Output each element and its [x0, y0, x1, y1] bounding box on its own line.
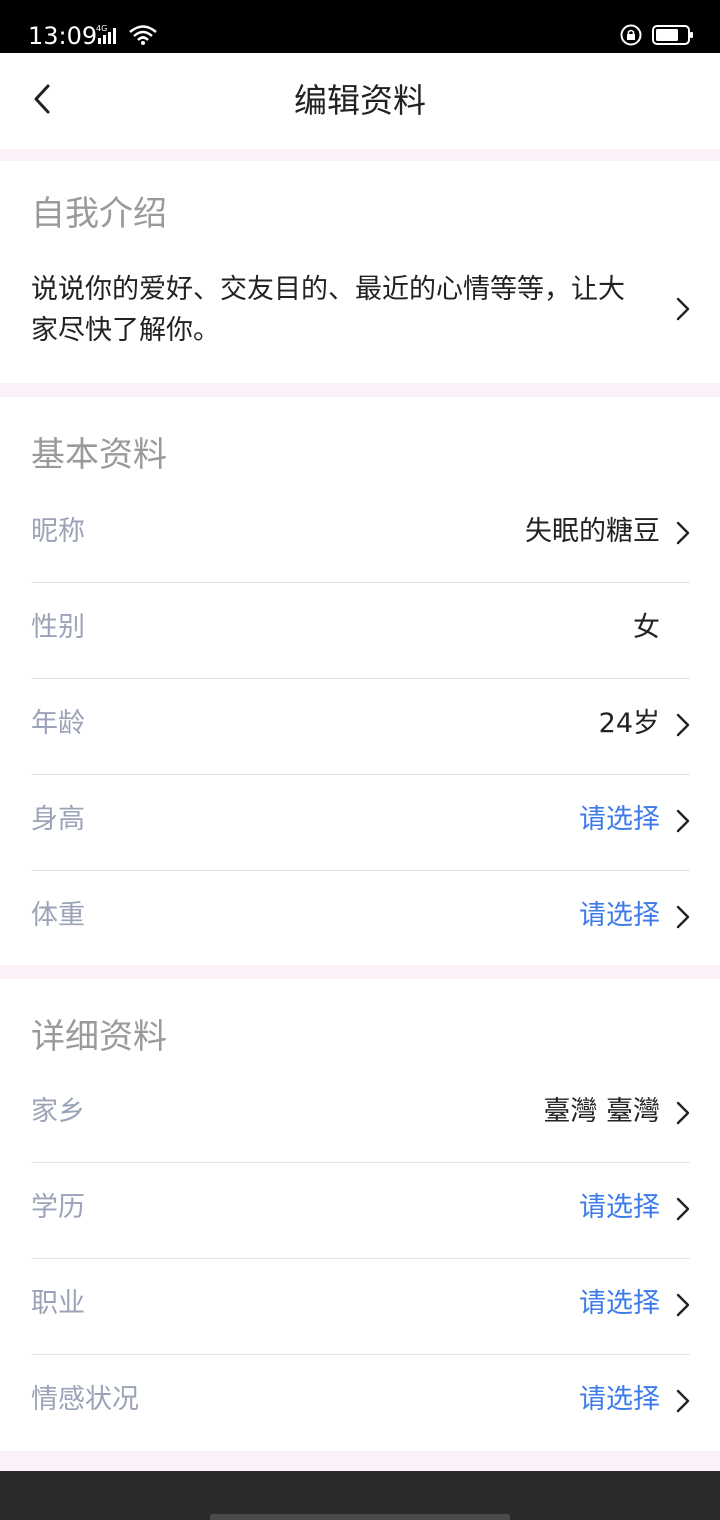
row-education[interactable]: 学历 请选择 [31, 1163, 690, 1259]
row-gender: 性别 女 [31, 583, 690, 679]
section-gap [0, 965, 720, 979]
section-gap [0, 383, 720, 397]
chevron-right-icon [676, 521, 690, 545]
intro-section-title: 自我介绍 [31, 194, 167, 234]
row-value: 请选择 [579, 804, 660, 835]
row-value: 24岁 [598, 708, 660, 739]
chevron-right-icon [676, 1101, 690, 1125]
chevron-right-icon [676, 1389, 690, 1413]
chevron-right-icon [676, 297, 690, 321]
status-icons-left: 4G [96, 24, 158, 50]
system-nav-bar [0, 1471, 720, 1520]
row-label: 性别 [31, 612, 85, 643]
row-value: 女 [633, 612, 660, 643]
battery-icon [652, 24, 694, 50]
row-label: 体重 [31, 900, 85, 931]
network-type-label: 4G [96, 24, 107, 33]
home-gesture-handle[interactable] [210, 1514, 510, 1520]
header: 编辑资料 [0, 53, 720, 149]
row-label: 职业 [31, 1288, 85, 1319]
row-label: 身高 [31, 804, 85, 835]
row-value: 请选择 [579, 900, 660, 931]
chevron-right-icon [676, 1293, 690, 1317]
row-value: 请选择 [579, 1192, 660, 1223]
row-label: 学历 [31, 1192, 85, 1223]
signal-icon: 4G [96, 24, 122, 50]
row-value: 请选择 [579, 1384, 660, 1415]
detail-section-title: 详细资料 [31, 1017, 167, 1057]
section-gap [0, 149, 720, 161]
detail-section: 详细资料 家乡 臺灣 臺灣 学历 请选择 职业 请选择 情感状况 请选择 [0, 979, 720, 1451]
chevron-right-icon [676, 809, 690, 833]
row-value: 臺灣 臺灣 [543, 1096, 660, 1127]
row-age[interactable]: 年龄 24岁 [31, 679, 690, 775]
basic-section-title: 基本资料 [31, 435, 167, 475]
page-title: 编辑资料 [294, 81, 426, 120]
wifi-icon [128, 24, 158, 50]
row-value: 失眠的糖豆 [525, 516, 660, 547]
row-relationship[interactable]: 情感状况 请选择 [31, 1355, 690, 1451]
intro-section: 自我介绍 说说你的爱好、交友目的、最近的心情等等，让大家尽快了解你。 [0, 161, 720, 383]
row-label: 昵称 [31, 516, 85, 547]
status-time: 13:09 [28, 22, 98, 50]
row-occupation[interactable]: 职业 请选择 [31, 1259, 690, 1355]
chevron-right-icon [676, 713, 690, 737]
lock-rotation-icon [620, 24, 642, 50]
status-icons-right [620, 24, 694, 50]
row-label: 情感状况 [31, 1384, 139, 1415]
intro-row[interactable]: 说说你的爱好、交友目的、最近的心情等等，让大家尽快了解你。 [0, 261, 720, 361]
intro-placeholder: 说说你的爱好、交友目的、最近的心情等等，让大家尽快了解你。 [31, 274, 625, 346]
row-label: 家乡 [31, 1096, 85, 1127]
row-value: 请选择 [579, 1288, 660, 1319]
chevron-right-icon [676, 1197, 690, 1221]
row-hometown[interactable]: 家乡 臺灣 臺灣 [31, 1067, 690, 1163]
chevron-right-icon [676, 905, 690, 929]
row-weight[interactable]: 体重 请选择 [31, 871, 690, 967]
section-gap [0, 1451, 720, 1471]
basic-section: 基本资料 昵称 失眠的糖豆 性别 女 年龄 24岁 身高 请选择 体重 请选择 [0, 397, 720, 965]
row-height[interactable]: 身高 请选择 [31, 775, 690, 871]
status-bar: 13:09 4G [0, 0, 720, 53]
row-label: 年龄 [31, 708, 85, 739]
row-nickname[interactable]: 昵称 失眠的糖豆 [31, 487, 690, 583]
